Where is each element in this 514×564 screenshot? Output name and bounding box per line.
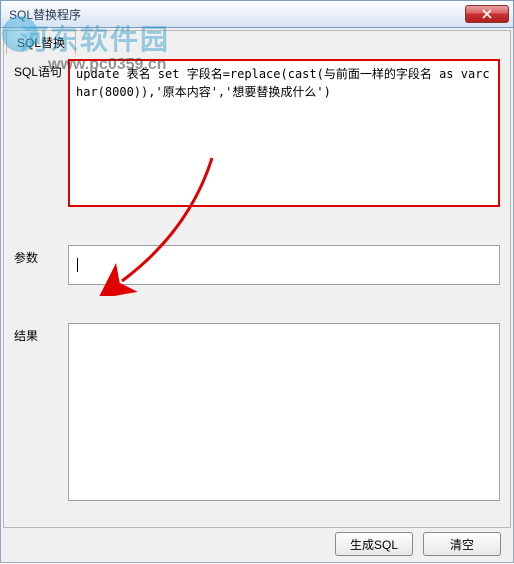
param-input[interactable]: [68, 245, 500, 285]
sql-textarea[interactable]: update 表名 set 字段名=replace(cast(与前面一样的字段名…: [68, 59, 500, 207]
clear-button[interactable]: 清空: [423, 532, 501, 556]
label-sql: SQL语句: [14, 59, 68, 207]
row-sql: SQL语句 update 表名 set 字段名=replace(cast(与前面…: [14, 59, 500, 207]
tab-body: SQL语句 update 表名 set 字段名=replace(cast(与前面…: [4, 31, 510, 527]
close-button[interactable]: [465, 5, 509, 23]
client-area: SQL替换 SQL语句 update 表名 set 字段名=replace(ca…: [0, 28, 514, 563]
button-row: 生成SQL 清空: [335, 532, 501, 556]
titlebar: SQL替换程序: [0, 0, 514, 28]
label-param: 参数: [14, 245, 68, 285]
row-result: 结果: [14, 323, 500, 501]
result-textarea[interactable]: [68, 323, 500, 501]
generate-sql-button[interactable]: 生成SQL: [335, 532, 413, 556]
tab-sql-replace[interactable]: SQL替换: [6, 30, 76, 55]
label-result: 结果: [14, 323, 68, 501]
row-param: 参数: [14, 245, 500, 285]
close-icon: [482, 9, 492, 19]
tab-group: SQL替换 SQL语句 update 表名 set 字段名=replace(ca…: [3, 30, 511, 528]
window-title: SQL替换程序: [9, 6, 465, 23]
text-cursor: [77, 258, 78, 272]
